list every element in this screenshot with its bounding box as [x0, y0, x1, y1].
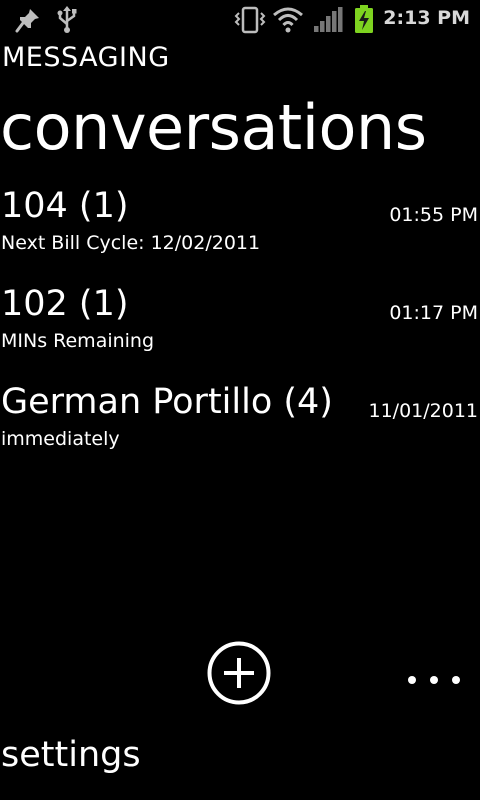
conversation-item[interactable]: 102 (1) 01:17 PM MINs Remaining — [0, 282, 480, 380]
conversation-name: 104 (1) — [1, 186, 129, 226]
conversation-preview: immediately — [1, 428, 120, 450]
vibrate-icon — [234, 6, 266, 34]
status-time: 2:13 PM — [383, 7, 470, 29]
conversation-preview: Next Bill Cycle: 12/02/2011 — [1, 232, 261, 254]
conversation-preview: MINs Remaining — [1, 330, 155, 352]
app-title: MESSAGING — [2, 42, 170, 73]
usb-icon — [57, 6, 77, 33]
page-title: conversations — [0, 91, 427, 164]
pin-icon — [15, 9, 39, 33]
status-bar: 2:13 PM — [0, 0, 480, 38]
conversation-item[interactable]: 104 (1) 01:55 PM Next Bill Cycle: 12/02/… — [0, 184, 480, 282]
conversation-date: 11/01/2011 — [368, 400, 478, 422]
ellipsis-icon[interactable] — [400, 668, 470, 692]
conversation-name: German Portillo (4) — [1, 382, 333, 422]
conversation-item[interactable]: German Portillo (4) 11/01/2011 immediate… — [0, 380, 480, 478]
signal-icon — [314, 7, 343, 32]
conversation-name: 102 (1) — [1, 284, 129, 324]
battery-charging-icon — [355, 5, 373, 33]
wifi-icon — [273, 7, 303, 33]
add-circle-icon[interactable] — [207, 641, 271, 705]
conversation-date: 01:17 PM — [389, 302, 478, 324]
conversation-date: 01:55 PM — [389, 204, 478, 226]
settings-menu-item[interactable]: settings — [1, 730, 141, 780]
conversation-list: 104 (1) 01:55 PM Next Bill Cycle: 12/02/… — [0, 184, 480, 478]
